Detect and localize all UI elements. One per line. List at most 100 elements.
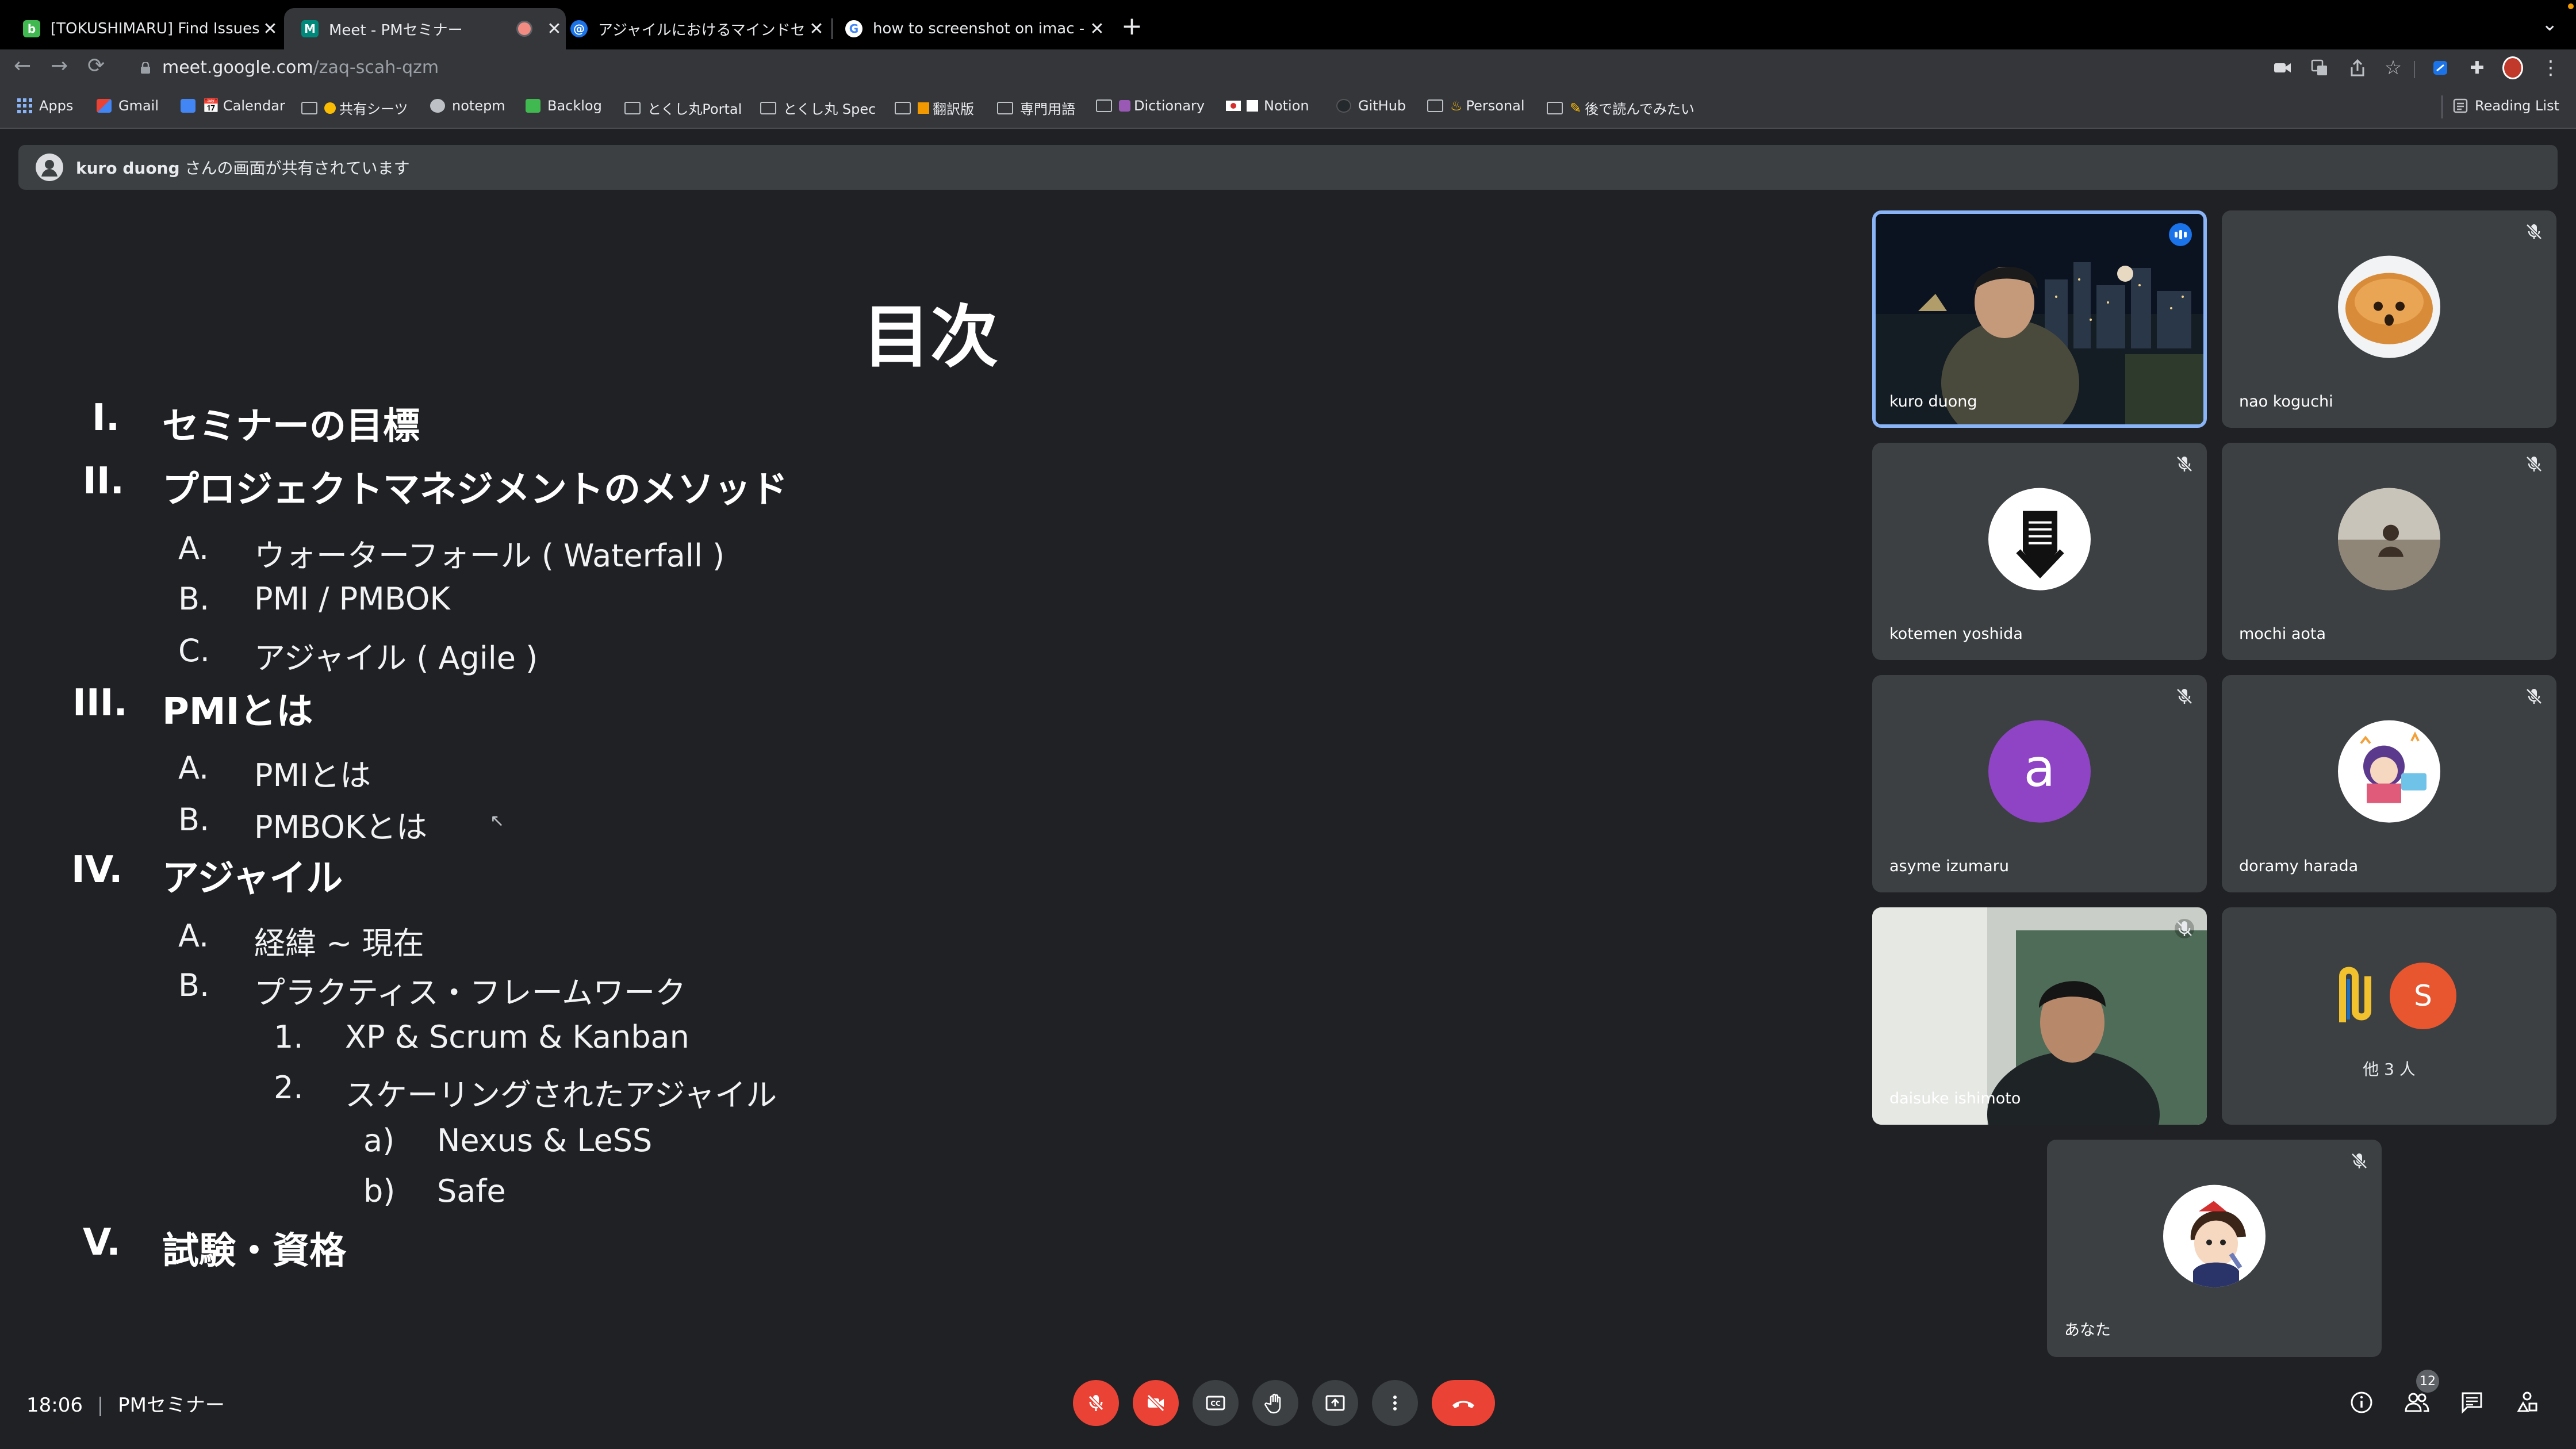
info-icon — [2351, 1392, 2372, 1413]
back-arrow-icon[interactable]: ← — [14, 54, 31, 78]
tab-tokushimaru[interactable]: b [TOKUSHIMARU] Find Issues | ✕ — [0, 8, 282, 49]
shared-slide: 目次 I. セミナーの目標 II. プロジェクトマネジメントのメソッド A. ウ… — [0, 218, 1857, 1357]
bookmark-apps[interactable]: Apps — [17, 98, 73, 114]
present-screen-button[interactable] — [1312, 1380, 1358, 1426]
outline-marker: I. — [92, 397, 120, 439]
outline-marker: 2. — [274, 1070, 304, 1106]
folder-icon — [1427, 99, 1443, 112]
participant-name: doramy harada — [2239, 857, 2359, 875]
tab-agile[interactable]: @ アジャイルにおけるマインドセッ ✕ — [558, 8, 828, 49]
outline-item: ウォーターフォール ( Waterfall ) — [254, 538, 725, 574]
meeting-details-button[interactable] — [2347, 1388, 2376, 1417]
folder-icon — [624, 101, 641, 114]
bookmark-gmail[interactable]: Gmail — [97, 98, 159, 114]
avatar — [1988, 488, 2091, 591]
participant-tile[interactable]: a asyme izumaru — [1872, 675, 2207, 892]
extension-blue-icon[interactable] — [2430, 57, 2451, 78]
participant-tile[interactable]: kuro duong — [1872, 210, 2207, 428]
chat-button[interactable] — [2458, 1388, 2486, 1417]
forward-arrow-icon[interactable]: → — [51, 54, 68, 78]
outline-item: 試験・資格 — [162, 1230, 346, 1272]
bookmark-notepm[interactable]: notepm — [430, 98, 505, 114]
outline-item: セミナーの目標 — [162, 405, 420, 448]
folder-icon — [1547, 101, 1563, 114]
outline-item: Nexus & LeSS — [437, 1122, 653, 1159]
participant-tile[interactable]: nao koguchi — [2222, 210, 2556, 428]
bookmark-github[interactable]: GitHub — [1336, 98, 1406, 114]
at-favicon-icon: @ — [570, 20, 588, 37]
participant-tile[interactable]: mochi aota — [2222, 443, 2556, 660]
raise-hand-icon — [1264, 1393, 1281, 1414]
outline-marker: A. — [178, 530, 209, 566]
more-options-button[interactable] — [1372, 1380, 1418, 1426]
participant-name: nao koguchi — [2239, 393, 2333, 411]
profile-avatar-icon[interactable] — [2502, 56, 2523, 79]
bookmark-backlog[interactable]: Backlog — [526, 98, 602, 114]
svg-text:CC: CC — [1210, 1400, 1221, 1408]
mic-off-icon — [2176, 455, 2193, 473]
bookmark-terminology[interactable]: 専門用語 — [997, 98, 1075, 118]
outline-item: プラクティス・フレームワーク — [254, 975, 687, 1011]
folder-icon — [301, 101, 317, 114]
bookmark-calendar[interactable]: 📅 Calendar — [181, 98, 285, 114]
outline-item: PMIとは — [162, 691, 313, 733]
participant-name: mochi aota — [2239, 625, 2326, 643]
share-banner-text: kuro duong さんの画面が共有されています — [76, 159, 410, 178]
bookmark-shared-sheets[interactable]: 共有シーツ — [301, 98, 408, 118]
activities-button[interactable] — [2513, 1388, 2542, 1417]
address-bar[interactable]: meet.google.com/zaq-scah-qzm — [162, 57, 439, 78]
bookmark-notion[interactable]: Notion — [1226, 98, 1309, 114]
camera-toggle-button[interactable] — [1133, 1380, 1179, 1426]
bookmark-tokushimaru-portal[interactable]: とくし丸Portal — [624, 98, 742, 118]
outline-marker: II. — [83, 460, 124, 503]
tab-search-chevron-icon[interactable]: ⌄ — [2542, 13, 2558, 36]
tab-google-search[interactable]: G how to screenshot on imac - G ✕ — [833, 8, 1109, 49]
mic-off-icon — [2351, 1152, 2368, 1170]
gmail-icon — [97, 99, 112, 113]
participant-tile-self[interactable]: あなた — [2047, 1140, 2382, 1357]
chrome-menu-icon[interactable]: ⋮ — [2540, 56, 2561, 79]
bookmark-star-icon[interactable]: ☆ — [2383, 56, 2404, 79]
microphone-toggle-button[interactable] — [1073, 1380, 1119, 1426]
close-icon[interactable]: ✕ — [805, 19, 828, 39]
meet-favicon-icon: M — [301, 20, 319, 37]
bookmark-personal[interactable]: ♨ Personal — [1427, 98, 1525, 114]
participant-tile[interactable]: doramy harada — [2222, 675, 2556, 892]
google-favicon-icon: G — [845, 20, 862, 37]
bookmark-read-later[interactable]: ✎ 後で読んでみたい — [1547, 98, 1695, 118]
participant-tile[interactable]: daisuke ishimoto — [1872, 907, 2207, 1125]
reload-icon[interactable]: ⟳ — [87, 54, 105, 78]
outline-item: PMIとは — [254, 757, 371, 793]
share-icon[interactable] — [2347, 57, 2368, 78]
participant-name: kuro duong — [1889, 393, 1977, 411]
new-tab-plus-icon[interactable]: + — [1121, 12, 1143, 41]
lock-icon[interactable] — [140, 62, 151, 74]
bookmark-dictionary[interactable]: Dictionary — [1096, 98, 1205, 114]
outline-marker: III. — [72, 682, 128, 724]
meeting-title: PMセミナー — [118, 1394, 225, 1417]
github-icon — [1336, 99, 1351, 113]
leave-call-button[interactable] — [1432, 1380, 1495, 1426]
bookmark-tokushimaru-spec[interactable]: とくし丸 Spec — [760, 98, 876, 118]
participant-tile[interactable]: kotemen yoshida — [1872, 443, 2207, 660]
participant-count-badge: 12 — [2416, 1370, 2439, 1393]
captions-button[interactable]: CC — [1193, 1380, 1239, 1426]
outline-marker: 1. — [274, 1019, 304, 1055]
extensions-puzzle-icon[interactable]: ✚ — [2467, 57, 2487, 78]
chat-icon — [2462, 1392, 2482, 1414]
tab-meet[interactable]: M Meet - PMセミナー ✕ — [284, 8, 566, 49]
recording-icon — [516, 21, 532, 37]
close-icon[interactable]: ✕ — [1086, 19, 1109, 39]
reading-list[interactable]: Reading List — [2453, 98, 2559, 114]
raise-hand-button[interactable] — [1252, 1380, 1298, 1426]
camera-icon[interactable] — [2272, 57, 2293, 78]
mouse-cursor-icon: ↖ — [490, 811, 505, 831]
close-icon[interactable]: ✕ — [259, 19, 282, 39]
outline-marker: a) — [363, 1122, 395, 1159]
participant-tile-others[interactable]: S 他 3 人 — [2222, 907, 2556, 1125]
notion-icon — [1247, 100, 1258, 112]
tab-strip: b [TOKUSHIMARU] Find Issues | ✕ M Meet -… — [0, 0, 2576, 49]
speaking-indicator-icon — [2169, 223, 2192, 246]
translate-icon[interactable] — [2309, 57, 2330, 78]
bookmark-translation[interactable]: 翻訳版 — [895, 98, 974, 118]
